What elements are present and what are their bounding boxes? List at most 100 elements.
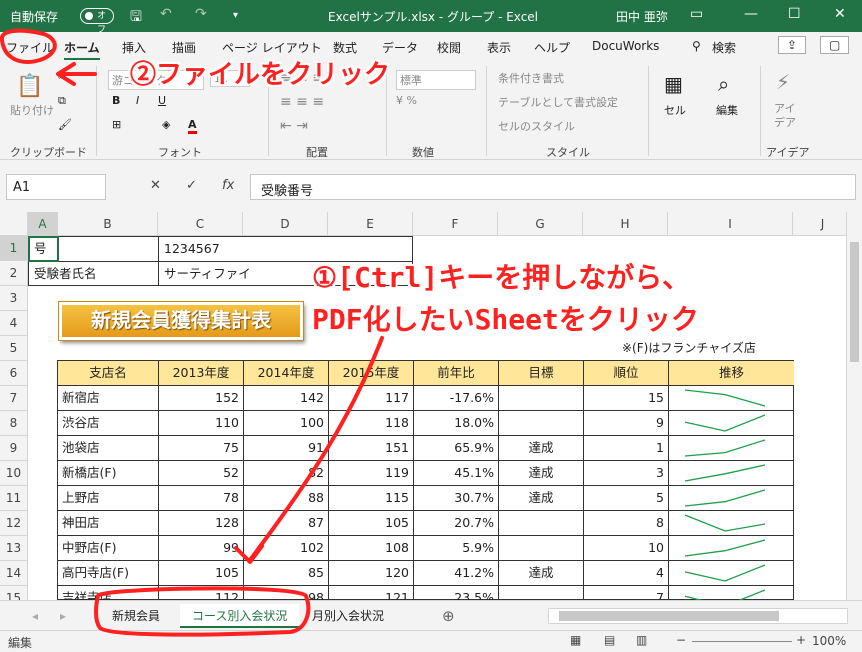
- table-header[interactable]: 目標: [499, 361, 584, 386]
- table-cell[interactable]: 142: [244, 386, 329, 411]
- sparkline-cell[interactable]: [669, 461, 794, 486]
- border-icon[interactable]: ⊞: [112, 118, 121, 131]
- table-cell[interactable]: 119: [329, 461, 414, 486]
- table-cell[interactable]: 41.2%: [414, 561, 499, 586]
- cell-a2[interactable]: 受験者氏名: [30, 261, 101, 286]
- table-cell[interactable]: 新宿店: [58, 386, 159, 411]
- sparkline-cell[interactable]: [669, 411, 794, 436]
- table-cell[interactable]: -17.6%: [414, 386, 499, 411]
- sheet-title-banner[interactable]: 新規会員獲得集計表: [58, 301, 304, 341]
- table-header[interactable]: 順位: [584, 361, 669, 386]
- table-header[interactable]: 2013年度: [159, 361, 244, 386]
- tab-help[interactable]: ヘルプ: [534, 39, 570, 56]
- select-all-corner[interactable]: [0, 212, 28, 236]
- underline-icon[interactable]: U: [158, 94, 166, 107]
- zoom-in-icon[interactable]: +: [796, 633, 806, 647]
- next-sheet-icon[interactable]: ▸: [48, 604, 78, 628]
- column-header-e[interactable]: E: [328, 212, 413, 236]
- table-header[interactable]: 2015年度: [329, 361, 414, 386]
- table-cell[interactable]: 3: [584, 461, 669, 486]
- conditional-format-button[interactable]: 条件付き書式: [498, 70, 564, 86]
- paste-button[interactable]: 貼り付け: [10, 102, 54, 118]
- table-cell[interactable]: 達成: [499, 486, 584, 511]
- table-cell[interactable]: 達成: [499, 561, 584, 586]
- row-header[interactable]: 11: [0, 486, 28, 511]
- minimize-icon[interactable]: —: [744, 6, 758, 22]
- tab-home[interactable]: ホーム: [64, 39, 100, 60]
- table-cell[interactable]: 102: [244, 536, 329, 561]
- table-cell[interactable]: 88: [244, 486, 329, 511]
- table-cell[interactable]: 115: [329, 486, 414, 511]
- table-cell[interactable]: 8: [584, 511, 669, 536]
- sparkline-cell[interactable]: [669, 486, 794, 511]
- undo-icon[interactable]: ↶: [160, 6, 172, 22]
- table-cell[interactable]: 5.9%: [414, 536, 499, 561]
- share-icon[interactable]: ⇪: [778, 36, 807, 54]
- cell-c2[interactable]: サーティファイ: [160, 261, 255, 286]
- sparkline-cell[interactable]: [669, 536, 794, 561]
- vertical-scrollbar[interactable]: [846, 212, 862, 600]
- copy-icon[interactable]: ⧉: [58, 94, 66, 108]
- table-header[interactable]: 前年比: [414, 361, 499, 386]
- tab-docuworks[interactable]: DocuWorks: [592, 39, 659, 53]
- row-header[interactable]: 9: [0, 436, 28, 461]
- table-cell[interactable]: 新橋店(F): [58, 461, 159, 486]
- name-box[interactable]: A1: [6, 174, 106, 200]
- horizontal-scrollbar[interactable]: [548, 608, 848, 624]
- table-header[interactable]: 2014年度: [244, 361, 329, 386]
- table-cell[interactable]: 85: [244, 561, 329, 586]
- table-cell[interactable]: 99: [159, 536, 244, 561]
- autosave-toggle[interactable]: オフ: [80, 8, 114, 35]
- bold-icon[interactable]: B: [112, 94, 120, 107]
- enter-icon[interactable]: ✓: [186, 178, 197, 193]
- sparkline-cell[interactable]: [669, 586, 794, 600]
- ideas-button[interactable]: アイ デア: [774, 102, 796, 130]
- row-header[interactable]: 5: [0, 336, 28, 361]
- cell-c1[interactable]: 1234567: [160, 236, 224, 261]
- currency-icon[interactable]: ¥ %: [396, 94, 417, 107]
- cells-icon[interactable]: ▦: [664, 72, 683, 96]
- tab-search[interactable]: 検索: [712, 39, 736, 56]
- row-header[interactable]: 6: [0, 361, 28, 386]
- table-cell[interactable]: 151: [329, 436, 414, 461]
- table-cell[interactable]: 30.7%: [414, 486, 499, 511]
- redo-icon[interactable]: ↷: [195, 6, 207, 22]
- close-icon[interactable]: ✕: [834, 6, 846, 22]
- table-cell[interactable]: 神田店: [58, 511, 159, 536]
- table-cell[interactable]: 1: [584, 436, 669, 461]
- table-cell[interactable]: 121: [329, 586, 414, 600]
- format-as-table-button[interactable]: テーブルとして書式設定: [498, 94, 618, 110]
- table-cell[interactable]: 20.7%: [414, 511, 499, 536]
- tab-review[interactable]: 校閲: [437, 39, 461, 56]
- table-cell[interactable]: 105: [159, 561, 244, 586]
- column-header-a[interactable]: A: [28, 212, 58, 236]
- sparkline-cell[interactable]: [669, 436, 794, 461]
- row-header[interactable]: 10: [0, 461, 28, 486]
- column-header-g[interactable]: G: [498, 212, 583, 236]
- table-cell[interactable]: 98: [244, 586, 329, 600]
- sparkline-cell[interactable]: [669, 511, 794, 536]
- column-header-c[interactable]: C: [158, 212, 243, 236]
- table-cell[interactable]: 達成: [499, 436, 584, 461]
- normal-view-icon[interactable]: ▦: [570, 633, 581, 647]
- column-header-f[interactable]: F: [413, 212, 498, 236]
- cells-button[interactable]: セル: [664, 102, 686, 118]
- table-cell[interactable]: 75: [159, 436, 244, 461]
- table-cell[interactable]: 高円寺店(F): [58, 561, 159, 586]
- vertical-scroll-thumb[interactable]: [850, 242, 859, 362]
- table-cell[interactable]: 7: [584, 586, 669, 600]
- table-cell[interactable]: 65.9%: [414, 436, 499, 461]
- table-header[interactable]: 推移: [669, 361, 794, 386]
- indent-icons[interactable]: ⇤ ⇥: [280, 118, 308, 134]
- ideas-icon[interactable]: ⚡: [776, 70, 790, 94]
- table-cell[interactable]: [499, 586, 584, 600]
- column-header-h[interactable]: H: [583, 212, 668, 236]
- row-header[interactable]: 15: [0, 586, 28, 600]
- row-header[interactable]: 14: [0, 561, 28, 586]
- fill-color-icon[interactable]: ◈: [162, 118, 170, 131]
- prev-sheet-icon[interactable]: ◂: [20, 604, 50, 628]
- font-color-icon[interactable]: A: [188, 118, 197, 134]
- tab-view[interactable]: 表示: [487, 39, 511, 56]
- table-cell[interactable]: 128: [159, 511, 244, 536]
- customize-qat-icon[interactable]: ▾: [233, 10, 238, 21]
